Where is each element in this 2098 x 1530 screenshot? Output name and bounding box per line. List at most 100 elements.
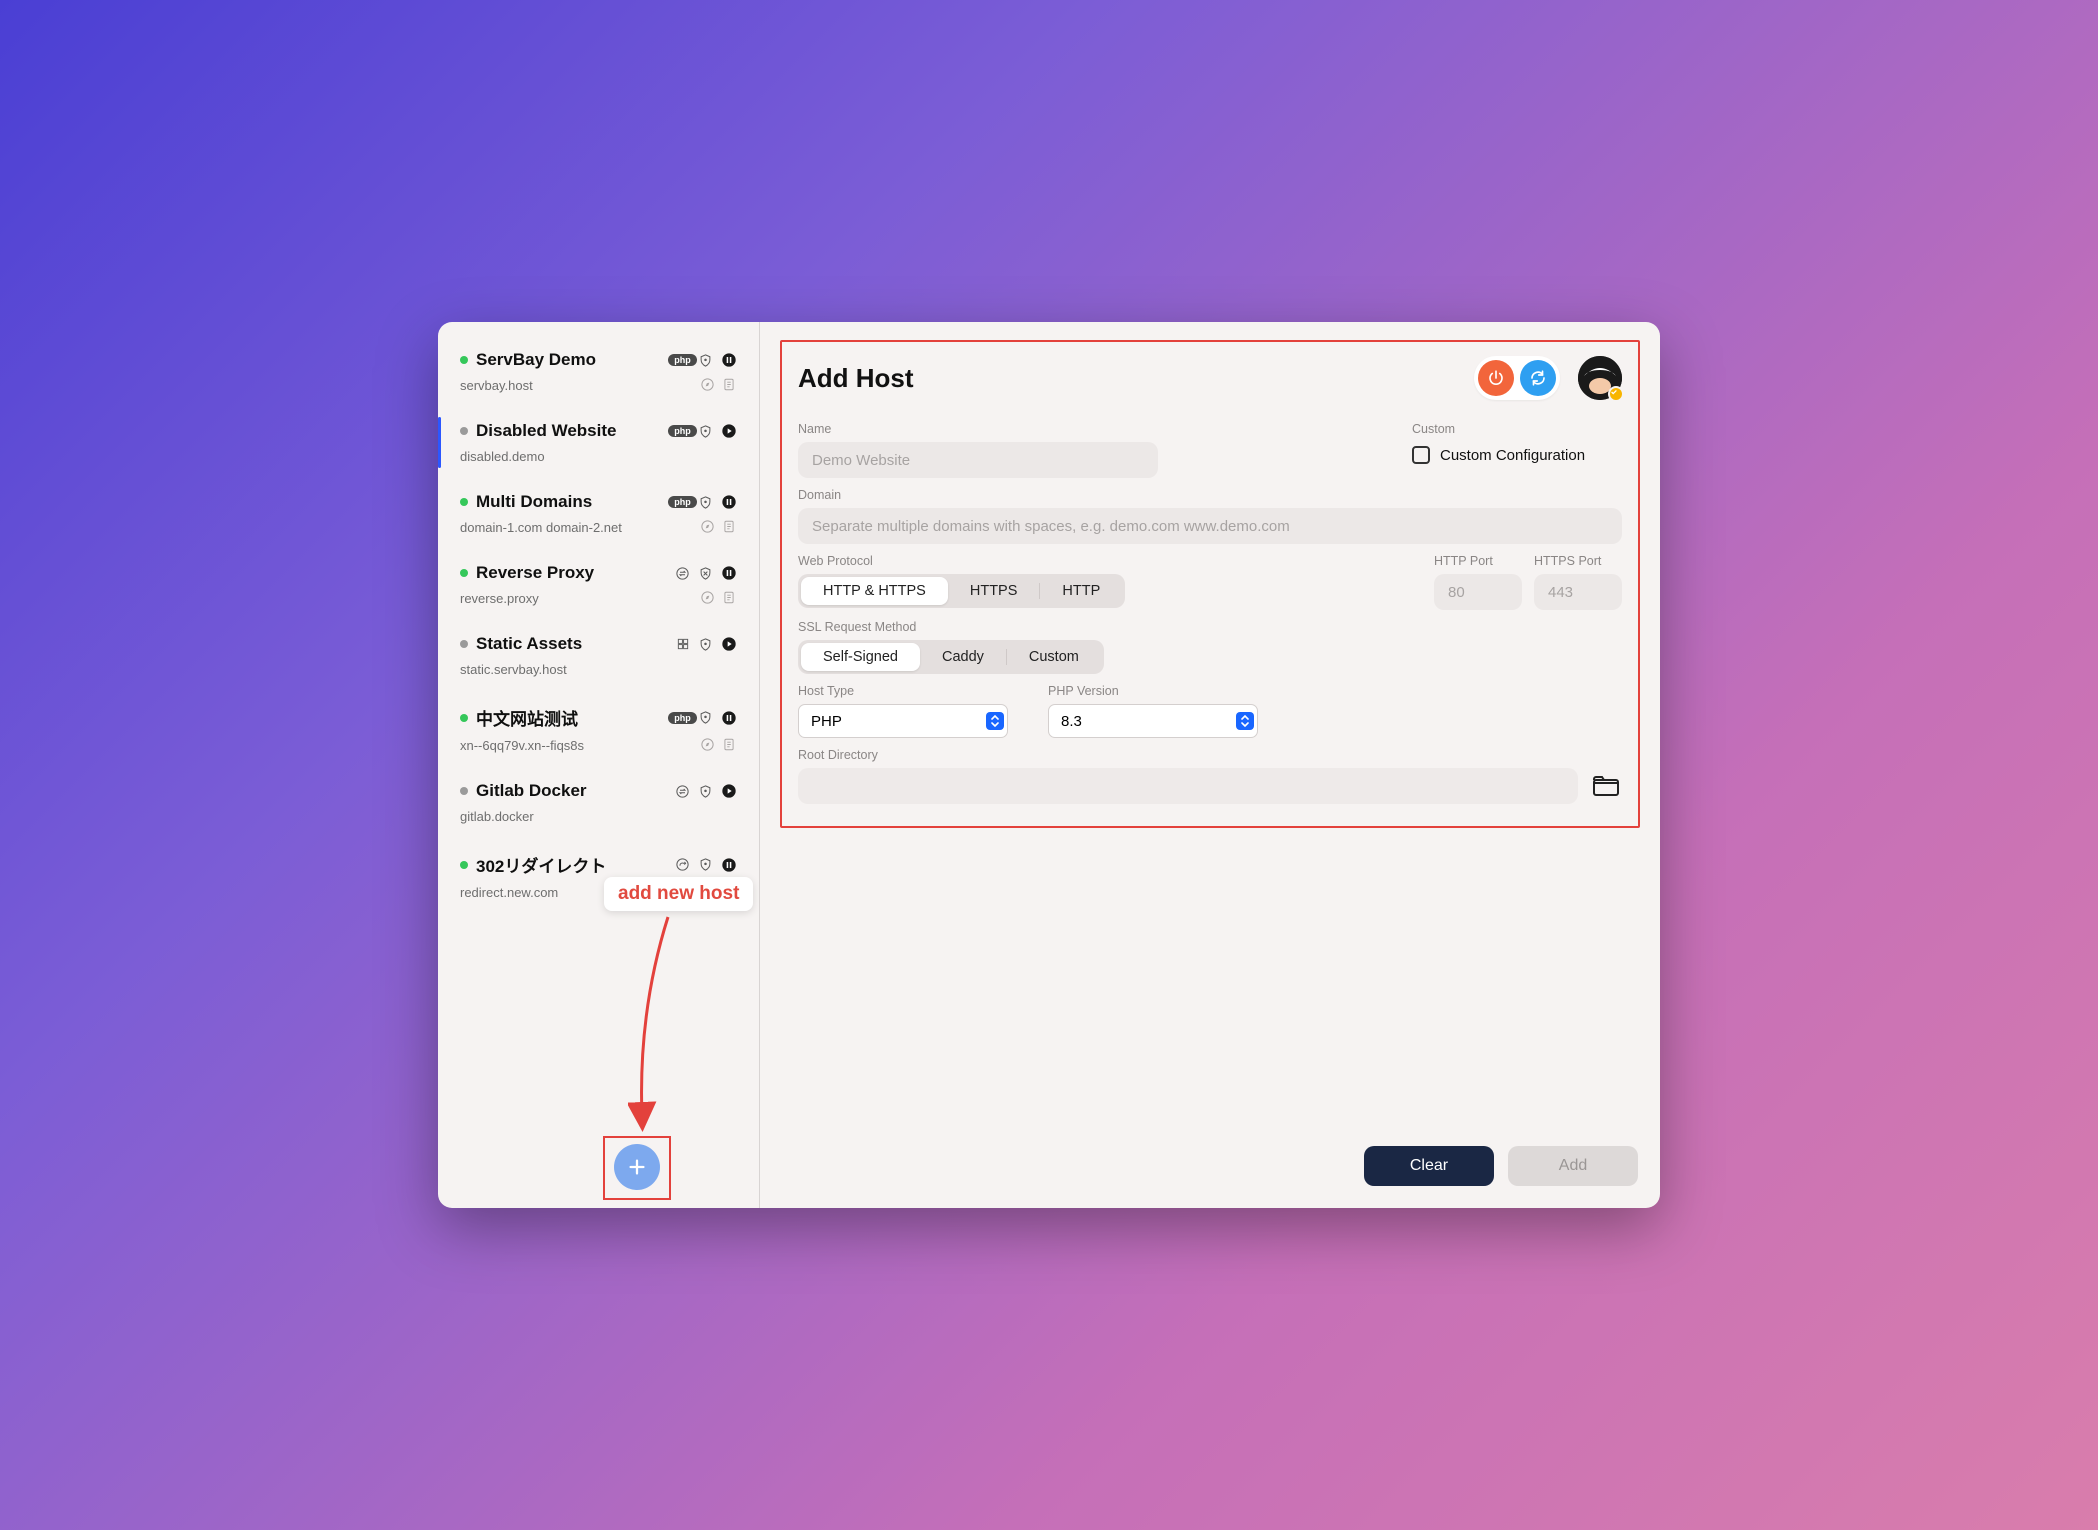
play-icon	[721, 423, 737, 439]
protocol-segment: HTTP & HTTPS HTTPS HTTP	[798, 574, 1125, 608]
ssl-option-self-signed[interactable]: Self-Signed	[801, 643, 920, 671]
sidebar-host-item[interactable]: Gitlab Docker gitlab.docker	[438, 767, 759, 838]
add-host-fab[interactable]	[614, 1144, 660, 1190]
shield-icon	[698, 353, 713, 368]
protocol-option-http-https[interactable]: HTTP & HTTPS	[801, 577, 948, 605]
sidebar-host-item[interactable]: Static Assetsstatic.servbay.host	[438, 620, 759, 691]
domain-input[interactable]	[798, 508, 1622, 544]
sidebar-host-item[interactable]: ServBay Demophp servbay.host	[438, 336, 759, 407]
pause-icon	[721, 565, 737, 581]
form-highlight-frame: Add Host	[780, 340, 1640, 828]
clear-button[interactable]: Clear	[1364, 1146, 1494, 1186]
root-directory-input[interactable]	[798, 768, 1578, 804]
header-action-pill	[1474, 356, 1560, 400]
document-icon	[722, 884, 736, 899]
shield-icon	[698, 495, 713, 510]
custom-config-label: Custom Configuration	[1440, 447, 1585, 464]
annotation-arrow	[628, 912, 688, 1132]
http-port-input[interactable]	[1434, 574, 1522, 610]
https-port-input[interactable]	[1534, 574, 1622, 610]
compass-icon	[700, 519, 715, 534]
host-domain: disabled.demo	[460, 449, 737, 464]
refresh-button[interactable]	[1520, 360, 1556, 396]
redirect-icon	[675, 857, 690, 872]
php-version-label: PHP Version	[1048, 684, 1258, 698]
host-name: Static Assets	[476, 634, 666, 654]
swap-icon	[675, 784, 690, 799]
sidebar-host-item[interactable]: Multi Domainsphp domain-1.com domain-2.ne…	[438, 478, 759, 549]
status-dot-icon	[460, 427, 468, 435]
pause-icon	[721, 352, 737, 368]
refresh-icon	[1529, 369, 1547, 387]
document-icon	[722, 377, 736, 392]
folder-icon	[1592, 774, 1620, 798]
host-name: ServBay Demo	[476, 350, 666, 370]
compass-icon	[700, 737, 715, 752]
ssl-segment: Self-Signed Caddy Custom	[798, 640, 1104, 674]
name-label: Name	[798, 422, 1382, 436]
status-dot-icon	[460, 569, 468, 577]
name-input[interactable]	[798, 442, 1158, 478]
protocol-option-http[interactable]: HTTP	[1040, 577, 1122, 605]
document-icon	[722, 590, 736, 605]
status-dot-icon	[460, 861, 468, 869]
app-window: ServBay Demophpservbay.hostDisabled Webs…	[438, 322, 1660, 1208]
php-badge-icon: php	[668, 712, 697, 724]
php-badge-icon: php	[668, 425, 697, 437]
checkbox-icon	[1412, 446, 1430, 464]
avatar[interactable]	[1578, 356, 1622, 400]
status-dot-icon	[460, 714, 468, 722]
power-icon	[1487, 369, 1505, 387]
custom-config-checkbox[interactable]: Custom Configuration	[1412, 446, 1622, 464]
host-name: Gitlab Docker	[476, 781, 666, 801]
document-icon	[722, 519, 736, 534]
shield-icon	[698, 424, 713, 439]
custom-label: Custom	[1412, 422, 1622, 436]
php-version-select[interactable]: 8.3	[1048, 704, 1258, 738]
footer-actions: Clear Add	[1364, 1146, 1638, 1186]
host-domain: domain-1.com domain-2.net	[460, 520, 699, 535]
ssl-option-custom[interactable]: Custom	[1007, 643, 1101, 671]
pause-icon	[721, 494, 737, 510]
shield-icon	[698, 710, 713, 725]
browse-folder-button[interactable]	[1590, 772, 1622, 800]
https-port-label: HTTPS Port	[1534, 554, 1622, 568]
plus-icon	[626, 1156, 648, 1178]
host-domain: gitlab.docker	[460, 809, 737, 824]
shield-icon	[698, 784, 713, 799]
sidebar-host-item[interactable]: Disabled Websitephpdisabled.demo	[438, 407, 759, 478]
sidebar-host-item[interactable]: Reverse Proxyreverse.proxy	[438, 549, 759, 620]
protocol-option-https[interactable]: HTTPS	[948, 577, 1040, 605]
php-badge-icon: php	[668, 496, 697, 508]
php-badge-icon: php	[668, 354, 697, 366]
sidebar-host-item[interactable]: 302リダイレクト redirect.new.com	[438, 838, 759, 914]
host-domain: servbay.host	[460, 378, 699, 393]
pause-icon	[721, 710, 737, 726]
page-title: Add Host	[798, 363, 1474, 394]
document-icon	[722, 737, 736, 752]
host-type-select[interactable]: PHP	[798, 704, 1008, 738]
play-icon	[721, 783, 737, 799]
sidebar: ServBay Demophpservbay.hostDisabled Webs…	[438, 322, 760, 1208]
host-domain: xn--6qq79v.xn--fiqs8s	[460, 738, 699, 753]
compass-icon	[700, 884, 715, 899]
root-label: Root Directory	[798, 748, 1622, 762]
avatar-verified-badge	[1608, 386, 1624, 402]
power-button[interactable]	[1478, 360, 1514, 396]
host-domain: redirect.new.com	[460, 885, 699, 900]
sidebar-host-item[interactable]: 中文网站测试php xn--6qq79v.xn--fiqs8s	[438, 691, 759, 767]
domain-label: Domain	[798, 488, 1622, 502]
shield-icon	[698, 637, 713, 652]
add-button[interactable]: Add	[1508, 1146, 1638, 1186]
compass-icon	[700, 590, 715, 605]
shield-icon	[698, 857, 713, 872]
ssl-label: SSL Request Method	[798, 620, 1622, 634]
ssl-option-caddy[interactable]: Caddy	[920, 643, 1006, 671]
host-name: Multi Domains	[476, 492, 666, 512]
host-name: 302リダイレクト	[476, 852, 666, 877]
http-port-label: HTTP Port	[1434, 554, 1522, 568]
status-dot-icon	[460, 787, 468, 795]
host-name: 中文网站测试	[476, 705, 666, 730]
shield-x-icon	[698, 566, 713, 581]
host-name: Reverse Proxy	[476, 563, 666, 583]
